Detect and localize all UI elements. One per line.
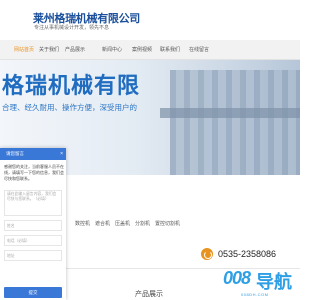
chat-message-line: 尽快和您联系。 <box>4 176 32 181</box>
watermark-url: 008DH.COM <box>241 292 269 297</box>
nav-item-cases[interactable]: 案例视频 <box>130 40 154 60</box>
watermark-text: 导航 <box>256 272 292 292</box>
banner-slogan: 合理、经久耐用、操作方便，深受用户的 <box>2 103 137 112</box>
main-nav: 网站首页 关于我们 产品展示 新闻中心 案例视频 联系我们 在线留言 <box>0 40 300 60</box>
machine-beam <box>160 108 300 118</box>
banner-title: 格瑞机械有限 <box>2 73 141 98</box>
product-link[interactable]: 压盖机 <box>115 220 130 227</box>
site-watermark: 008 导航 008DH.COM <box>223 268 300 300</box>
phone-input[interactable]: 电话（必填） <box>4 235 62 246</box>
contact-phone: 0535-2358086 <box>218 249 277 259</box>
submit-button[interactable]: 提交 <box>4 287 62 298</box>
nav-item-products[interactable]: 产品展示 <box>63 40 87 60</box>
nav-item-home[interactable]: 网站首页 <box>12 40 36 60</box>
nav-item-contact[interactable]: 联系我们 <box>158 40 182 60</box>
nav-item-about[interactable]: 关于我们 <box>37 40 61 60</box>
company-tagline: 专注从事机械设计开发，领先不息 <box>34 25 110 31</box>
message-textarea[interactable]: 请在此输入留言内容，我们会尽快与您联系。（必填） <box>4 190 62 216</box>
product-link[interactable]: 置控切割机 <box>155 220 180 227</box>
chat-title: 请您留言 <box>6 151 24 156</box>
product-link[interactable]: 遮合机 <box>95 220 110 227</box>
product-link[interactable]: 分割机 <box>135 220 150 227</box>
watermark-badge: 008 <box>223 268 251 288</box>
site-header: 莱州格瑞机械有限公司 专注从事机械设计开发，领先不息 <box>0 0 300 40</box>
machine-image <box>170 70 300 175</box>
page: 莱州格瑞机械有限公司 专注从事机械设计开发，领先不息 网站首页 关于我们 产品展… <box>0 0 300 300</box>
chat-header: 请您留言 × <box>0 148 66 160</box>
section-title: 产品展示 <box>135 291 163 298</box>
nav-item-message[interactable]: 在线留言 <box>187 40 211 60</box>
chat-popup: 请您留言 × 感谢您的关注，当前客服人员不在 线，请填写一下您的信息，我们会 尽… <box>0 148 66 300</box>
nav-item-news[interactable]: 新闻中心 <box>100 40 124 60</box>
phone-icon <box>201 248 213 260</box>
close-icon[interactable]: × <box>60 148 63 160</box>
chat-welcome-message: 感谢您的关注，当前客服人员不在 线，请填写一下您的信息，我们会 尽快和您联系。 <box>4 164 64 182</box>
address-input[interactable]: 地址 <box>4 250 62 261</box>
product-link[interactable]: 数控机 <box>75 220 90 227</box>
name-input[interactable]: 姓名 <box>4 220 62 231</box>
